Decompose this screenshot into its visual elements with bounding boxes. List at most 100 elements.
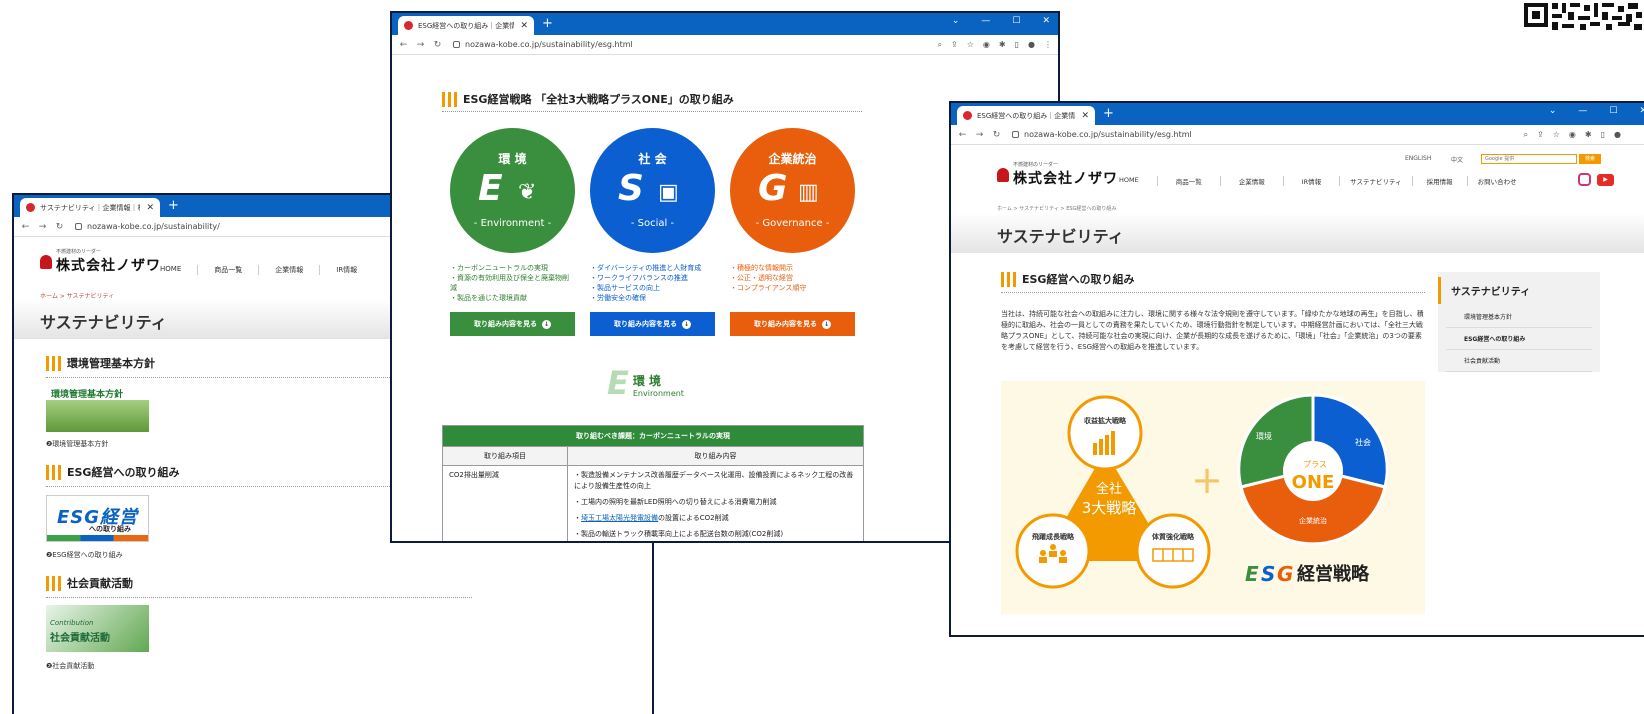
browser-tab[interactable]: ESG経営への取り組み｜企業情報 ✕: [957, 106, 1095, 125]
instagram-icon[interactable]: [1578, 173, 1591, 186]
divider: [46, 597, 472, 598]
pie-label-env: 環境: [1256, 431, 1272, 441]
esg-stripe: [47, 535, 148, 541]
new-tab-icon[interactable]: +: [168, 198, 179, 213]
circle-revenue: [1067, 395, 1143, 471]
share-icon[interactable]: ⇪: [1537, 130, 1544, 140]
forward-arrow-icon[interactable]: →: [37, 222, 48, 232]
tab-search-icon[interactable]: ⌄: [952, 16, 960, 26]
url-field[interactable]: nozawa-kobe.co.jp/sustainability/esg.htm…: [1024, 130, 1524, 139]
nav-ir[interactable]: IR情報: [320, 265, 373, 275]
forward-arrow-icon[interactable]: →: [974, 130, 985, 140]
browser-tab[interactable]: サステナビリティ｜企業情報｜株式会 ✕: [20, 198, 160, 217]
label-structure: 体質強化戦略: [1152, 532, 1195, 541]
back-arrow-icon[interactable]: ←: [398, 40, 409, 50]
nav-contact[interactable]: お問い合わせ: [1468, 176, 1527, 186]
reload-icon[interactable]: ↻: [432, 40, 443, 50]
solar-facility-link[interactable]: 埼玉工場太陽光発電設備: [581, 514, 658, 522]
close-window-icon[interactable]: ✕: [1042, 16, 1050, 26]
nav-company[interactable]: 企業情報: [259, 265, 321, 275]
site-logo[interactable]: 不燃建材のリーダー 株式会社ノザワ: [997, 161, 1118, 188]
sidebar-item-env-policy[interactable]: 環境管理基本方針: [1446, 306, 1592, 328]
bookmark-star-icon[interactable]: ☆: [967, 40, 974, 50]
nav-ir[interactable]: IR情報: [1284, 176, 1341, 186]
profile-icon[interactable]: ●: [1614, 130, 1621, 140]
profile-icon[interactable]: ●: [1028, 40, 1035, 50]
share-icon[interactable]: ⇪: [951, 40, 958, 50]
search-input[interactable]: Google 提供: [1481, 154, 1577, 164]
zoom-icon[interactable]: ⌕: [938, 40, 942, 50]
close-tab-icon[interactable]: ✕: [146, 203, 154, 213]
nozawa-logo-icon: [40, 254, 52, 269]
tab-search-icon[interactable]: ⌄: [1549, 106, 1557, 116]
back-arrow-icon[interactable]: ←: [957, 130, 968, 140]
reload-icon[interactable]: ↻: [54, 222, 65, 232]
minimize-icon[interactable]: —: [1578, 106, 1587, 116]
label-three-strategies: 3大戦略: [1082, 499, 1137, 517]
nav-recruit[interactable]: 採用情報: [1413, 176, 1468, 186]
back-arrow-icon[interactable]: ←: [20, 222, 31, 232]
breadcrumb[interactable]: ホーム > サステナビリティ > ESG経営への取り組み: [997, 205, 1116, 212]
view-environment-button[interactable]: 取り組み内容を見る ↓: [450, 312, 575, 336]
puzzle-icon[interactable]: ✱: [999, 40, 1006, 50]
nav-home[interactable]: HOME: [1101, 176, 1158, 186]
close-tab-icon[interactable]: ✕: [1081, 111, 1089, 121]
nav-home[interactable]: HOME: [144, 265, 199, 275]
close-window-icon[interactable]: ✕: [1639, 106, 1644, 116]
extension-icon[interactable]: ◉: [983, 40, 990, 50]
sidebar-nav: サステナビリティ 環境管理基本方針 ESG経営への取り組み 社会貢献活動: [1438, 272, 1600, 372]
nav-products[interactable]: 商品一覧: [198, 265, 260, 275]
close-tab-icon[interactable]: ✕: [520, 21, 528, 31]
link-env-policy[interactable]: ❷環境管理基本方針: [46, 439, 108, 449]
search-button[interactable]: 検索: [1579, 154, 1601, 164]
extension-icon[interactable]: ◉: [1569, 130, 1576, 140]
url-field[interactable]: nozawa-kobe.co.jp/sustainability/esg.htm…: [465, 40, 938, 49]
forward-arrow-icon[interactable]: →: [415, 40, 426, 50]
strategy-diagram: 収益拡大戦略 飛躍成長戦略 体質強化戦略 全社 3大戦略 + 環境 社会 企業統…: [1015, 393, 1389, 589]
nav-products[interactable]: 商品一覧: [1158, 176, 1221, 186]
thumb-esg[interactable]: ESG経営 への取り組み: [46, 495, 149, 542]
site-logo[interactable]: 不燃建材のリーダー 株式会社ノザワ: [40, 248, 161, 275]
link-chinese[interactable]: 中文: [1451, 155, 1463, 164]
label-revenue: 収益拡大戦略: [1084, 416, 1127, 425]
governance-circle: 企業統治 G ▥ - Governance -: [730, 128, 855, 253]
thumb-contribution[interactable]: Contribution 社会貢献活動: [46, 605, 149, 652]
nav-sustainability[interactable]: サステナビリティ: [1340, 176, 1413, 186]
browser-tab[interactable]: ESG経営への取り組み｜企業情報 ✕: [398, 16, 534, 35]
global-nav: HOME 商品一覧 企業情報 IR情報: [144, 265, 373, 275]
plant-hands-icon: ❦: [518, 180, 537, 205]
sidebar-item-esg[interactable]: ESG経営への取り組み: [1446, 328, 1592, 350]
maximize-icon[interactable]: ☐: [1012, 16, 1020, 26]
link-esg[interactable]: ❷ESG経営への取り組み: [46, 550, 123, 560]
view-governance-button[interactable]: 取り組み内容を見る ↓: [730, 312, 855, 336]
view-social-button[interactable]: 取り組み内容を見る ↓: [590, 312, 715, 336]
link-english[interactable]: ENGLISH: [1405, 155, 1431, 162]
address-bar: ← → ↻ nozawa-kobe.co.jp/sustainability/e…: [951, 125, 1644, 145]
thumb-env-policy[interactable]: 環境管理基本方針: [46, 385, 149, 432]
maximize-icon[interactable]: ☐: [1609, 106, 1617, 116]
puzzle-icon[interactable]: ✱: [1585, 130, 1592, 140]
menu-kebab-icon[interactable]: ⋮: [1044, 40, 1052, 50]
sidepanel-icon[interactable]: ▯: [1601, 130, 1605, 140]
reload-icon[interactable]: ↻: [991, 130, 1002, 140]
desktop-stage: サステナビリティ｜企業情報｜株式会 ✕ + ← → ↻ nozawa-kobe.…: [0, 0, 1644, 714]
new-tab-icon[interactable]: +: [1103, 106, 1114, 121]
sidebar-item-contribution[interactable]: 社会貢献活動: [1446, 350, 1592, 372]
heading-bars-icon: [442, 91, 457, 107]
table-cell-item: CO2排出量削減: [442, 465, 568, 541]
bookmark-star-icon[interactable]: ☆: [1553, 130, 1560, 140]
divider: [1001, 292, 1425, 293]
youtube-icon[interactable]: ▶: [1597, 174, 1614, 186]
label-growth: 飛躍成長戦略: [1031, 532, 1075, 541]
section-heading-env-policy: 環境管理基本方針: [46, 355, 155, 371]
table-header: 取り組み内容: [567, 446, 864, 466]
minimize-icon[interactable]: —: [981, 16, 990, 26]
table-header: 取り組み項目: [442, 446, 568, 466]
sidepanel-icon[interactable]: ▯: [1015, 40, 1019, 50]
link-contribution[interactable]: ❷社会貢献活動: [46, 661, 94, 671]
esg-letter-s: S: [1261, 562, 1275, 586]
nav-company[interactable]: 企業情報: [1221, 176, 1284, 186]
esg-strategy-figure: 収益拡大戦略 飛躍成長戦略 体質強化戦略 全社 3大戦略 + 環境 社会 企業統…: [1001, 381, 1425, 614]
zoom-icon[interactable]: ⌕: [1524, 130, 1528, 140]
new-tab-icon[interactable]: +: [542, 16, 553, 31]
